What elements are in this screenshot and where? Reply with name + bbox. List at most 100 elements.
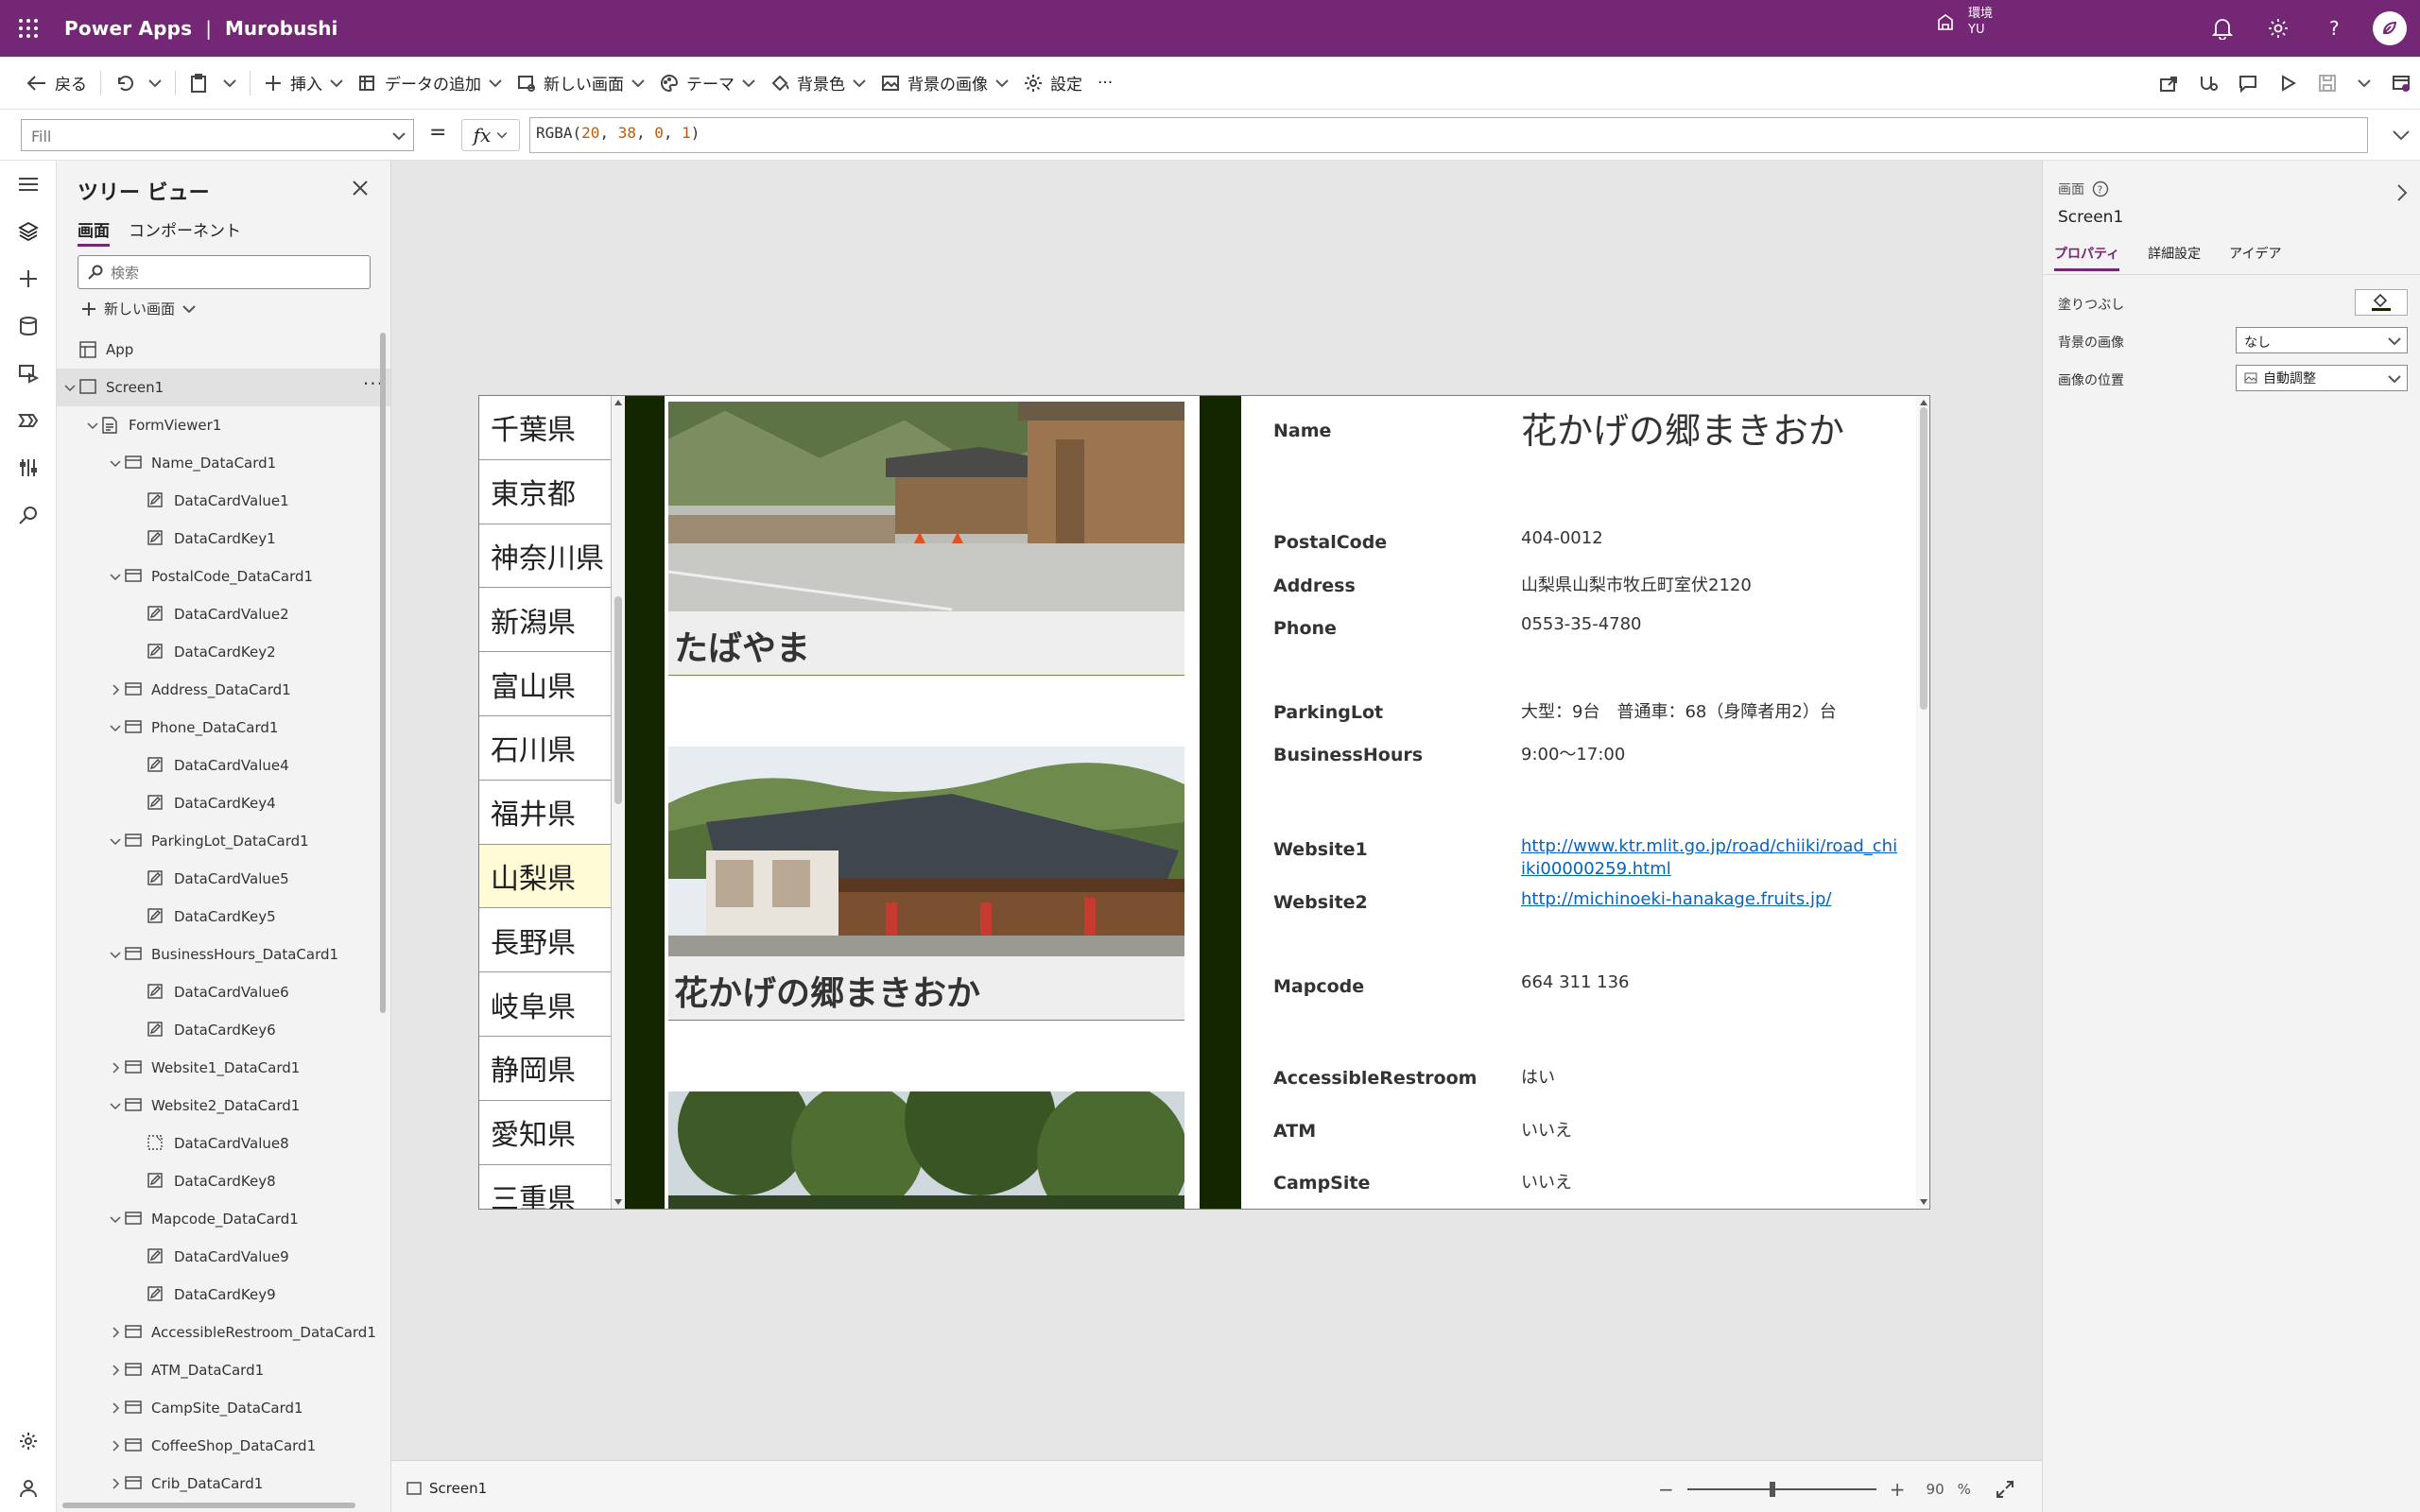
fit-to-window-icon[interactable] <box>1996 1480 2014 1499</box>
undo-button[interactable] <box>107 57 141 110</box>
tree-item[interactable]: DataCardValue6 <box>57 973 390 1011</box>
app-checker-icon[interactable] <box>2199 74 2218 93</box>
database-icon[interactable] <box>18 316 39 336</box>
new-screen-link[interactable]: 新しい画面 <box>81 299 196 318</box>
tree-item[interactable]: BusinessHours_DataCard1 <box>57 936 390 973</box>
prefecture-item[interactable]: 石川県 <box>479 716 611 781</box>
settings-icon[interactable] <box>18 1431 39 1452</box>
paste-menu-button[interactable] <box>216 57 244 110</box>
chevron-down-icon[interactable] <box>110 835 121 847</box>
tree-item[interactable]: DataCardValue4 <box>57 747 390 784</box>
share-icon[interactable] <box>2159 74 2178 93</box>
tree-item[interactable]: PostalCode_DataCard1 <box>57 558 390 595</box>
media-icon[interactable] <box>18 363 39 384</box>
chevron-down-icon[interactable] <box>110 457 121 469</box>
tree-item[interactable]: DataCardKey8 <box>57 1162 390 1200</box>
tree-item[interactable]: App <box>57 331 390 369</box>
field-link[interactable]: http://michinoeki-hanakage.fruits.jp/ <box>1521 888 1899 911</box>
vertical-scrollbar[interactable] <box>380 333 386 1013</box>
chevron-right-icon[interactable] <box>110 684 121 696</box>
tree-item[interactable]: DataCardValue2 <box>57 595 390 633</box>
tree-item[interactable]: DataCardValue5 <box>57 860 390 898</box>
search-icon[interactable] <box>18 505 39 525</box>
chevron-right-icon[interactable] <box>110 1478 121 1489</box>
comment-icon[interactable] <box>2238 74 2257 93</box>
layers-icon[interactable] <box>18 221 39 242</box>
tree-item[interactable]: DataCardKey6 <box>57 1011 390 1049</box>
undo-menu-button[interactable] <box>141 57 169 110</box>
tab-components[interactable]: コンポーネント <box>129 217 241 247</box>
fill-color-picker[interactable] <box>2355 289 2408 316</box>
publish-icon[interactable] <box>2392 74 2411 93</box>
zoom-out-button[interactable]: − <box>1658 1478 1674 1501</box>
prefecture-item[interactable]: 千葉県 <box>479 396 611 460</box>
theme-button[interactable]: テーマ <box>652 57 763 110</box>
tree-item[interactable]: DataCardValue8 <box>57 1125 390 1162</box>
prefecture-item[interactable]: 東京都 <box>479 460 611 524</box>
more-commands-button[interactable]: ··· <box>1090 57 1120 110</box>
plus-icon[interactable] <box>18 268 39 289</box>
tab-screens[interactable]: 画面 <box>78 217 110 247</box>
prefecture-item[interactable]: 三重県 <box>479 1165 611 1209</box>
chevron-down-icon[interactable] <box>64 382 76 393</box>
gallery-card[interactable]: 花かげの郷まきおか <box>668 741 1184 1086</box>
tree-item[interactable]: CampSite_DataCard1 <box>57 1389 390 1427</box>
close-icon[interactable] <box>352 180 369 197</box>
background-image-dropdown[interactable]: なし <box>2236 327 2408 353</box>
tree-item[interactable]: DataCardKey1 <box>57 520 390 558</box>
tree-item[interactable]: Website2_DataCard1 <box>57 1087 390 1125</box>
scroll-up-icon[interactable] <box>614 400 622 405</box>
tree-item[interactable]: Address_DataCard1 <box>57 671 390 709</box>
prefecture-item[interactable]: 静岡県 <box>479 1037 611 1101</box>
tree-item[interactable]: ParkingLot_DataCard1 <box>57 822 390 860</box>
prefecture-item[interactable]: 岐阜県 <box>479 972 611 1037</box>
chevron-right-icon[interactable] <box>2395 183 2409 202</box>
detail-scrollbar[interactable] <box>1916 396 1929 1209</box>
chevron-down-icon[interactable] <box>110 571 121 582</box>
tree-item[interactable]: FormViewer1 <box>57 406 390 444</box>
help-circle-icon[interactable]: ? <box>2092 180 2109 198</box>
chevron-down-icon[interactable] <box>110 1100 121 1111</box>
paste-button[interactable] <box>182 57 216 110</box>
zoom-slider-thumb[interactable] <box>1769 1482 1775 1497</box>
tree-item[interactable]: DataCardValue9 <box>57 1238 390 1276</box>
gallery-card[interactable] <box>668 1086 1184 1209</box>
virtual-agent-icon[interactable] <box>18 1478 39 1499</box>
chevron-down-icon[interactable] <box>2358 78 2371 88</box>
back-button[interactable]: 戻る <box>19 57 95 110</box>
tree-item[interactable]: Mapcode_DataCard1 <box>57 1200 390 1238</box>
power-automate-icon[interactable] <box>18 410 39 431</box>
new-screen-button[interactable]: 新しい画面 <box>510 57 652 110</box>
product-name[interactable]: Power Apps <box>64 17 192 40</box>
insert-button[interactable]: 挿入 <box>256 57 351 110</box>
tree-item[interactable]: AccessibleRestroom_DataCard1 <box>57 1314 390 1351</box>
chevron-right-icon[interactable] <box>110 1440 121 1452</box>
background-color-button[interactable]: 背景色 <box>763 57 873 110</box>
tree-search-input[interactable]: 検索 <box>78 255 371 289</box>
scroll-up-icon[interactable] <box>1920 400 1927 405</box>
tree-item[interactable]: Crib_DataCard1 <box>57 1465 390 1503</box>
tree-item[interactable]: DataCardValue1 <box>57 482 390 520</box>
app-launcher-icon[interactable] <box>0 0 57 57</box>
tab-properties[interactable]: プロパティ <box>2054 244 2120 271</box>
prefecture-scrollbar[interactable] <box>612 396 625 1209</box>
chevron-down-icon[interactable] <box>110 949 121 960</box>
chevron-right-icon[interactable] <box>110 1062 121 1074</box>
scroll-thumb[interactable] <box>614 596 622 804</box>
environment-picker[interactable]: 環境 YU <box>1936 6 1993 38</box>
chevron-down-icon[interactable] <box>110 1213 121 1225</box>
chevron-right-icon[interactable] <box>110 1327 121 1338</box>
prefecture-item[interactable]: 新潟県 <box>479 588 611 653</box>
tree-item[interactable]: DataCardKey2 <box>57 633 390 671</box>
settings-button[interactable]: 設定 <box>1016 57 1090 110</box>
screen-selector[interactable]: Screen1 <box>406 1480 487 1497</box>
chevron-right-icon[interactable] <box>110 1402 121 1414</box>
scroll-down-icon[interactable] <box>614 1199 622 1205</box>
scroll-thumb[interactable] <box>1920 407 1927 710</box>
function-button[interactable]: fx <box>461 119 520 151</box>
scroll-down-icon[interactable] <box>1920 1199 1927 1205</box>
zoom-slider[interactable] <box>1686 1482 1876 1497</box>
bell-icon[interactable] <box>2212 17 2233 40</box>
zoom-in-button[interactable]: + <box>1890 1478 1906 1501</box>
play-icon[interactable] <box>2278 74 2297 93</box>
